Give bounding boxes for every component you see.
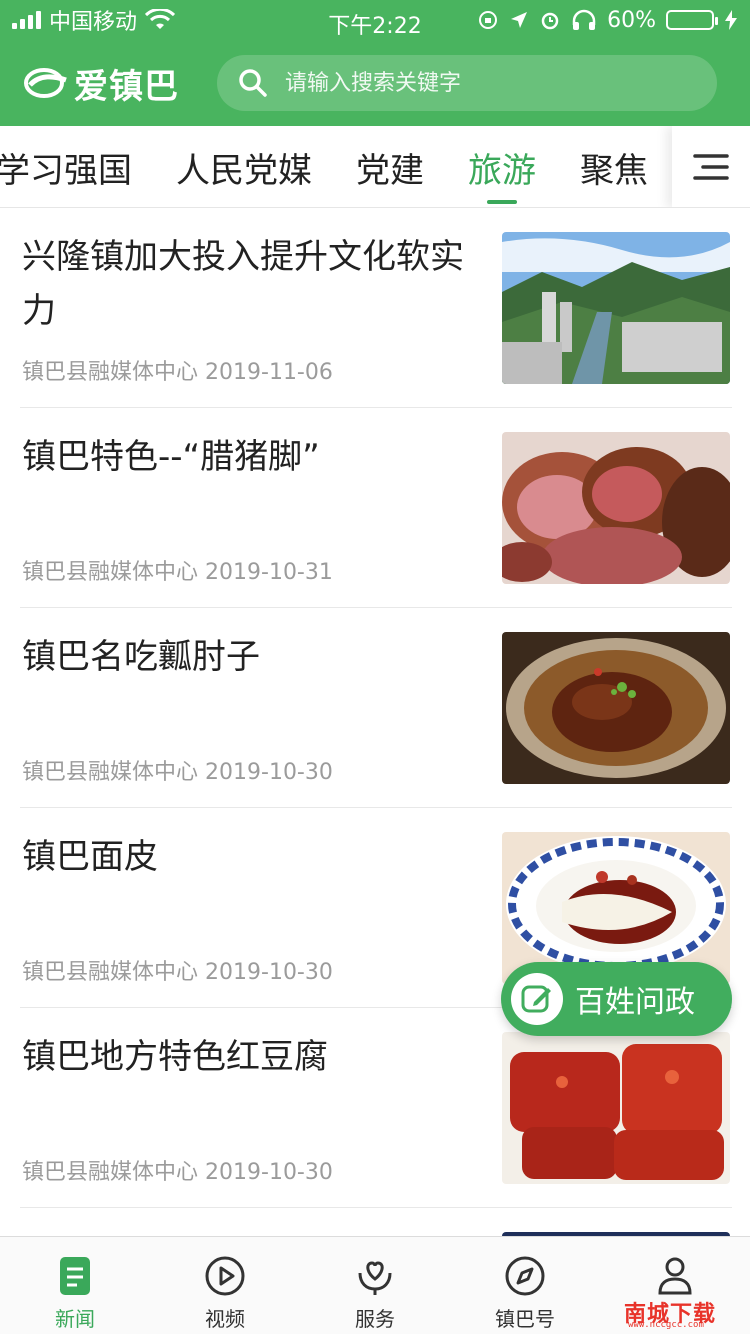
news-title: 镇巴地方特色红豆腐 bbox=[22, 1037, 328, 1077]
app-name: 爱镇巴 bbox=[74, 66, 179, 107]
nav-news-label: 新闻 bbox=[55, 1307, 95, 1331]
watermark-url: www.nccgcc.com bbox=[628, 1320, 704, 1330]
news-meta: 镇巴县融媒体中心 2019-10-30 bbox=[22, 1154, 333, 1186]
tab-dangjian[interactable]: 党建 bbox=[334, 126, 446, 207]
play-icon bbox=[205, 1256, 245, 1296]
news-date: 2019-11-06 bbox=[205, 360, 333, 385]
nav-zhenbahao-label: 镇巴号 bbox=[495, 1307, 555, 1331]
site-watermark: 南城下载 www.nccgcc.com bbox=[624, 1296, 744, 1330]
search-icon bbox=[239, 69, 267, 97]
app-bar: 爱镇巴 bbox=[0, 52, 750, 114]
news-meta: 镇巴县融媒体中心 2019-11-06 bbox=[22, 354, 333, 386]
news-thumbnail[interactable] bbox=[502, 432, 730, 584]
news-date: 2019-10-30 bbox=[205, 760, 333, 785]
news-item[interactable]: 镇巴名吃瓤肘子 镇巴县融媒体中心 2019-10-30 bbox=[20, 608, 732, 808]
search-bar[interactable] bbox=[217, 55, 717, 111]
news-title: 兴隆镇加大投入提升文化软实力 bbox=[22, 237, 464, 331]
news-meta: 镇巴县融媒体中心 2019-10-30 bbox=[22, 754, 333, 786]
nav-video-label: 视频 bbox=[205, 1307, 245, 1331]
status-time: 下午2:22 bbox=[328, 14, 422, 39]
battery-icon bbox=[666, 10, 718, 30]
nav-service-label: 服务 bbox=[355, 1307, 395, 1331]
news-source: 镇巴县融媒体中心 bbox=[22, 1160, 199, 1185]
status-bar: 中国移动 下午2:22 60% bbox=[0, 0, 750, 40]
tab-renmin[interactable]: 人民党媒 bbox=[154, 126, 334, 207]
nav-news[interactable]: 新闻 bbox=[0, 1237, 150, 1334]
tab-strip[interactable]: 学习强国 人民党媒 党建 旅游 聚焦 bbox=[0, 126, 670, 207]
edit-icon bbox=[511, 973, 563, 1025]
news-thumbnail[interactable] bbox=[502, 232, 730, 384]
news-meta: 镇巴县融媒体中心 2019-10-31 bbox=[22, 554, 333, 586]
tab-xuexi[interactable]: 学习强国 bbox=[0, 126, 154, 207]
public-inquiry-button[interactable]: 百姓问政 bbox=[501, 962, 732, 1036]
news-date: 2019-10-30 bbox=[205, 1160, 333, 1185]
category-tabs: 学习强国 人民党媒 党建 旅游 聚焦 bbox=[0, 126, 750, 208]
compass-icon bbox=[505, 1256, 545, 1296]
news-date: 2019-10-31 bbox=[205, 560, 333, 585]
news-source: 镇巴县融媒体中心 bbox=[22, 760, 199, 785]
news-icon bbox=[60, 1257, 90, 1295]
search-input[interactable] bbox=[285, 70, 685, 96]
news-thumbnail[interactable] bbox=[502, 1032, 730, 1184]
news-source: 镇巴县融媒体中心 bbox=[22, 560, 199, 585]
fab-label: 百姓问政 bbox=[575, 985, 695, 1020]
news-title: 镇巴名吃瓤肘子 bbox=[22, 637, 260, 677]
news-item[interactable] bbox=[20, 1208, 732, 1262]
user-icon bbox=[658, 1257, 692, 1295]
tab-lvyou[interactable]: 旅游 bbox=[446, 126, 558, 207]
logo-mark-icon bbox=[24, 66, 68, 100]
nav-zhenbahao[interactable]: 镇巴号 bbox=[450, 1237, 600, 1334]
news-thumbnail[interactable] bbox=[502, 632, 730, 784]
news-source: 镇巴县融媒体中心 bbox=[22, 360, 199, 385]
app-logo[interactable]: 爱镇巴 bbox=[24, 59, 209, 108]
news-date: 2019-10-30 bbox=[205, 960, 333, 985]
news-list: 兴隆镇加大投入提升文化软实力 镇巴县融媒体中心 2019-11-06 镇巴特色-… bbox=[20, 208, 732, 1262]
nav-video[interactable]: 视频 bbox=[150, 1237, 300, 1334]
service-heart-icon bbox=[358, 1261, 392, 1295]
news-item[interactable]: 镇巴地方特色红豆腐 镇巴县融媒体中心 2019-10-30 bbox=[20, 1008, 732, 1208]
news-item[interactable]: 兴隆镇加大投入提升文化软实力 镇巴县融媒体中心 2019-11-06 bbox=[20, 208, 732, 408]
news-meta: 镇巴县融媒体中心 2019-10-30 bbox=[22, 954, 333, 986]
menu-icon bbox=[693, 154, 729, 180]
tabs-menu-button[interactable] bbox=[672, 126, 750, 207]
tab-jujiao[interactable]: 聚焦 bbox=[558, 126, 670, 207]
news-source: 镇巴县融媒体中心 bbox=[22, 960, 199, 985]
news-title: 镇巴特色--“腊猪脚” bbox=[22, 437, 320, 477]
news-item[interactable]: 镇巴特色--“腊猪脚” 镇巴县融媒体中心 2019-10-31 bbox=[20, 408, 732, 608]
nav-service[interactable]: 服务 bbox=[300, 1237, 450, 1334]
app-header: 中国移动 下午2:22 60% 爱镇巴 bbox=[0, 0, 750, 126]
news-title: 镇巴面皮 bbox=[22, 837, 158, 877]
